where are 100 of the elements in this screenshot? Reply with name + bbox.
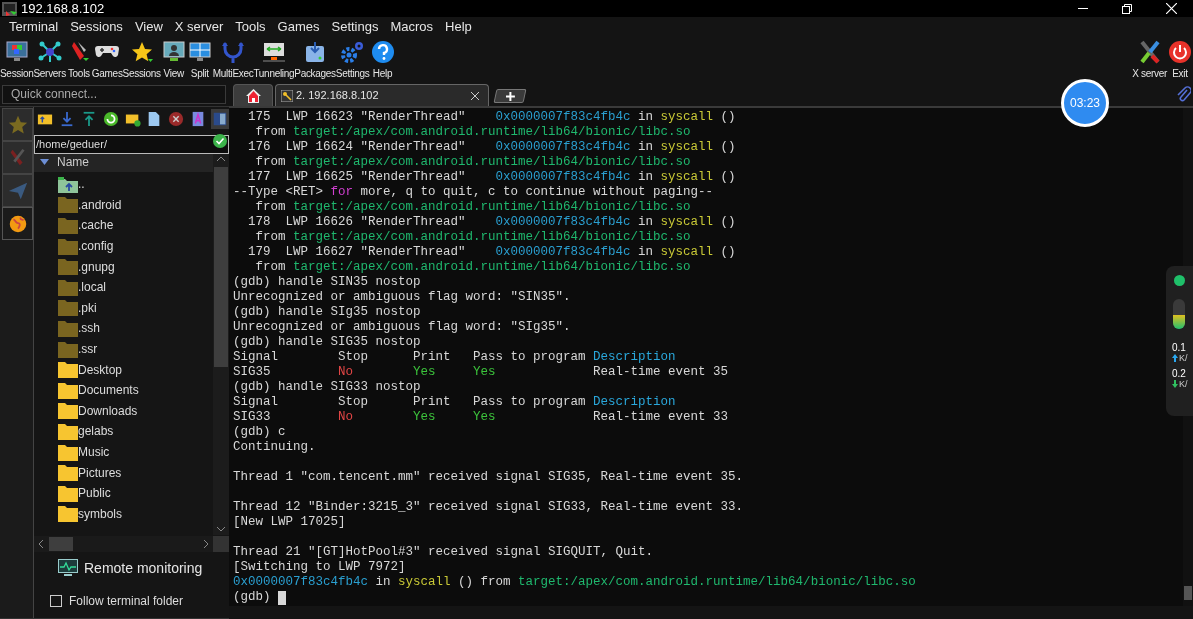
menu-item[interactable]: Help	[439, 17, 478, 37]
file-row[interactable]: .gnupg	[34, 256, 213, 277]
scrollbar[interactable]	[213, 152, 229, 535]
terminal-line: 177 LWP 16625 "RenderThread" 0x0000007f83c4fb4c in syscall ()	[247, 170, 736, 185]
paperclip-icon[interactable]	[1175, 86, 1191, 102]
menu-item[interactable]: Macros	[384, 17, 440, 37]
file-row[interactable]: Music	[34, 441, 213, 463]
folder-icon	[58, 237, 78, 255]
terminal-line: from target:/apex/com.android.runtime/lib64/bionic/libc.so	[254, 125, 691, 140]
folder-icon	[58, 464, 78, 482]
scrollbar-thumb[interactable]	[49, 537, 73, 551]
file-row[interactable]: .config	[34, 235, 213, 257]
toolbar-button[interactable]: X server	[1132, 37, 1167, 82]
menu-item[interactable]: View	[128, 17, 169, 37]
scrollbar-thumb[interactable]	[1184, 586, 1192, 600]
session-tab[interactable]: 2. 192.168.8.102	[275, 84, 489, 106]
file-row[interactable]: gelabs	[34, 421, 213, 442]
up-arrow-icon	[1172, 354, 1178, 362]
terminal-line: from target:/apex/com.android.runtime/lib64/bionic/libc.so	[254, 200, 691, 215]
home-tab[interactable]	[233, 84, 273, 106]
toolbar-button[interactable]: Servers	[33, 37, 66, 82]
minimize-icon	[1078, 8, 1088, 9]
toolbar-button[interactable]: Settings	[335, 37, 370, 82]
toolbar-button[interactable]: Tools	[65, 37, 92, 82]
column-title: Name	[57, 154, 89, 171]
key-icon	[281, 89, 293, 102]
close-icon	[1165, 3, 1177, 14]
menu-item[interactable]: Games	[271, 17, 326, 37]
toolbar-button[interactable]	[167, 109, 186, 129]
menu-item[interactable]: Sessions	[64, 17, 129, 37]
toolbar-button[interactable]	[101, 109, 120, 129]
chevron-down-icon[interactable]	[217, 527, 225, 532]
chevron-left-icon[interactable]	[38, 540, 43, 548]
folder-icon	[58, 340, 78, 358]
menu-item[interactable]: Terminal	[3, 17, 65, 37]
gamepad-icon	[95, 44, 120, 58]
folder-icon	[58, 196, 78, 214]
folder-icon	[58, 361, 78, 379]
toolbar-button[interactable]: Session	[0, 37, 34, 82]
file-row[interactable]: .pki	[34, 297, 213, 319]
folder-icon	[58, 217, 78, 234]
file-row[interactable]: Downloads	[34, 400, 213, 422]
file-row[interactable]: symbols	[34, 503, 213, 525]
home-icon	[245, 88, 261, 103]
file-row[interactable]: Documents	[34, 379, 213, 401]
file-row[interactable]: ..	[34, 174, 213, 195]
toolbar-button[interactable]: Help	[369, 37, 396, 82]
folder-icon	[58, 402, 78, 420]
down-arrow-icon	[1172, 380, 1178, 388]
file-row[interactable]: Pictures	[34, 462, 213, 483]
terminal-line: (gdb) handle SIG33 nostop	[233, 380, 421, 395]
terminal-line: Continuing.	[233, 440, 316, 455]
app-icon	[2, 1, 17, 16]
folder-icon	[58, 443, 78, 461]
checkbox[interactable]	[50, 595, 62, 607]
terminal-line: (gdb) c	[233, 425, 286, 440]
remote-monitoring-link[interactable]: Remote monitoring	[84, 557, 203, 579]
terminal-line: Signal Stop Print Pass to program Description	[233, 350, 676, 365]
file-row[interactable]: .local	[34, 276, 213, 298]
folder-icon	[58, 484, 78, 502]
file-row[interactable]: .ssr	[34, 338, 213, 360]
side-tab[interactable]	[2, 207, 33, 240]
toolbar-button[interactable]: Tunneling	[253, 37, 295, 82]
terminal-line: (gdb) handle SIg35 nostop	[233, 305, 421, 320]
file-row[interactable]: .android	[34, 194, 213, 216]
toolbar-button[interactable]: Exit	[1167, 37, 1193, 82]
toolbar-button[interactable]: Sessions	[122, 37, 161, 82]
power-icon	[1167, 39, 1193, 64]
toolbar-button[interactable]: Games	[91, 37, 123, 82]
terminal-line: 176 LWP 16624 "RenderThread" 0x0000007f83c4fb4c in syscall ()	[247, 140, 736, 155]
file-row[interactable]: .ssh	[34, 318, 213, 339]
terminal-line: Thread 12 "Binder:3215_3" received signal SIG33, Real-time event 33.	[233, 500, 744, 515]
toolbar-button[interactable]: View	[160, 37, 187, 82]
terminal-line: SIG35 No Yes Yes Real-time event 35	[233, 365, 729, 380]
menu-item[interactable]: X server	[168, 17, 230, 37]
terminal-line: --Type <RET> for more, q to quit, c to continue without paging--	[233, 185, 714, 200]
file-row[interactable]: .cache	[34, 215, 213, 236]
check-icon	[213, 133, 227, 148]
toolbar-button[interactable]: Split	[186, 37, 213, 82]
chevron-up-icon[interactable]	[217, 156, 225, 161]
quick-connect-field[interactable]: Quick connect...	[2, 84, 226, 104]
file-row[interactable]: Desktop	[34, 359, 213, 380]
delete-icon	[168, 111, 185, 127]
text-cursor	[278, 591, 286, 605]
file-row[interactable]: Public	[34, 482, 213, 504]
menu-item[interactable]: Tools	[229, 17, 272, 37]
path-field[interactable]: /home/geduer/	[34, 134, 229, 154]
column-header[interactable]: Name	[34, 152, 213, 172]
folder-icon	[58, 299, 78, 317]
unit-label: K/	[1179, 379, 1188, 389]
terminal-line: 178 LWP 16626 "RenderThread" 0x0000007f83c4fb4c in syscall ()	[247, 215, 736, 230]
terminal-line: Thread 21 "[GT]HotPool#3" received signal SIGQUIT, Quit.	[233, 545, 654, 560]
toolbar-button[interactable]: MultiExec	[212, 37, 254, 82]
new-tab-button[interactable]	[493, 89, 527, 103]
chevron-right-icon[interactable]	[204, 540, 209, 548]
refresh-icon	[102, 111, 119, 127]
menu-item[interactable]: Settings	[325, 17, 385, 37]
toolbar-button[interactable]: Packages	[294, 37, 336, 82]
folder-icon	[58, 319, 78, 337]
horizontal-scrollbar[interactable]	[34, 536, 213, 552]
